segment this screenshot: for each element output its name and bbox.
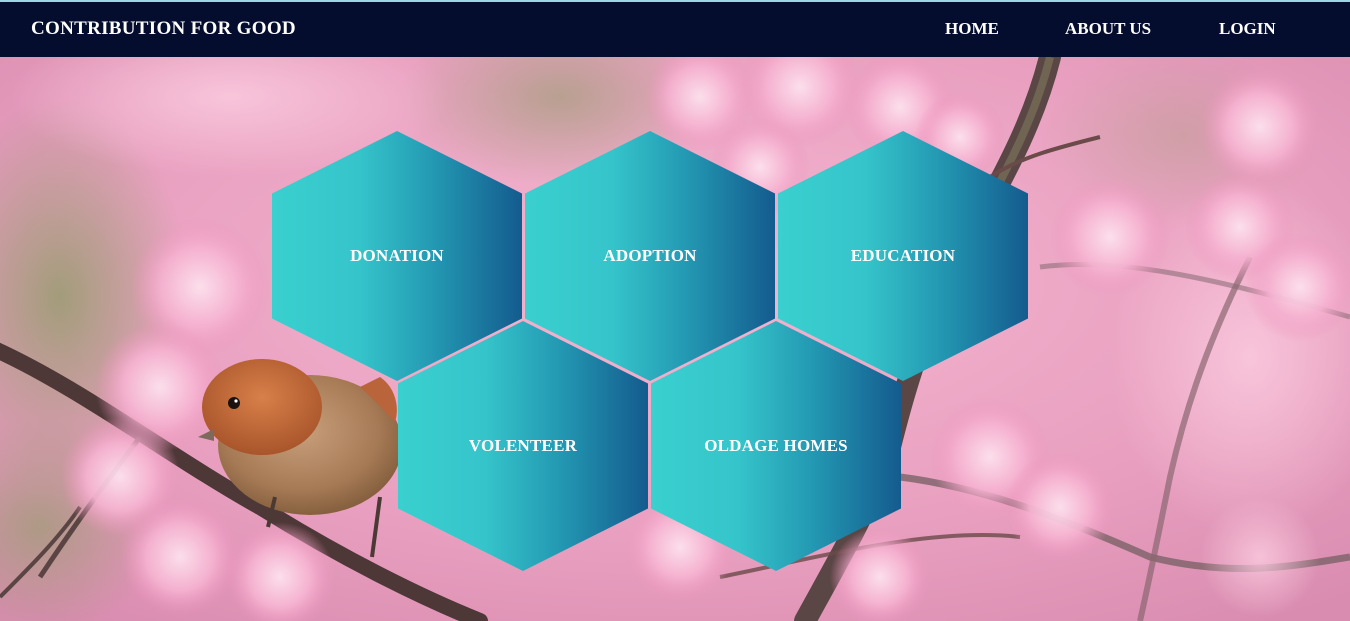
education-label: EDUCATION [850, 246, 956, 265]
donation-label: DONATION [350, 246, 444, 265]
site-brand[interactable]: CONTRIBUTION FOR GOOD [31, 18, 296, 40]
oldage-homes-label: OLDAGE HOMES [704, 436, 848, 455]
page: CONTRIBUTION FOR GOOD HOME ABOUT US LOGI… [0, 0, 1350, 621]
nav-about-link[interactable]: ABOUT US [1065, 19, 1151, 39]
top-accent-line [0, 0, 1350, 2]
navbar: CONTRIBUTION FOR GOOD HOME ABOUT US LOGI… [0, 2, 1350, 57]
nav-login-link[interactable]: LOGIN [1219, 19, 1276, 39]
nav-home-link[interactable]: HOME [945, 19, 999, 39]
volunteer-label: VOLENTEER [468, 436, 578, 455]
adoption-label: ADOPTION [603, 246, 697, 265]
